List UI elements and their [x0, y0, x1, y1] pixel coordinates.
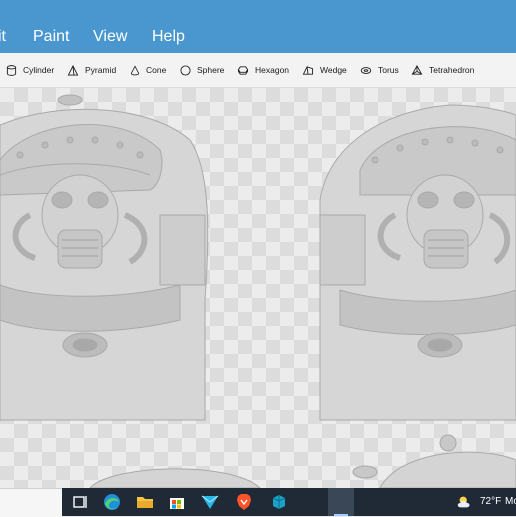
microsoft-store-icon[interactable]: [167, 492, 187, 512]
taskbar: [62, 488, 516, 516]
hexagon-icon: [237, 65, 249, 75]
cone-icon: [130, 64, 140, 75]
status-bar: [0, 488, 62, 517]
menu-help[interactable]: Help: [152, 28, 185, 46]
tool-wedge[interactable]: Wedge: [302, 53, 347, 87]
tool-tetrahedron-label: Tetrahedron: [429, 65, 475, 75]
tool-hexagon[interactable]: Hexagon: [237, 53, 289, 87]
menu-paint[interactable]: Paint: [33, 28, 69, 46]
active-app-highlight: [328, 488, 354, 516]
tool-tetrahedron[interactable]: Tetrahedron: [411, 53, 474, 87]
news-widget-text[interactable]: Mo: [505, 496, 516, 507]
weather-temperature[interactable]: 72°F: [480, 496, 501, 507]
tool-hexagon-label: Hexagon: [255, 65, 290, 75]
weather-icon[interactable]: [456, 494, 474, 510]
tool-cylinder-label: Cylinder: [23, 65, 55, 75]
sphere-icon: [180, 64, 191, 76]
3d-builder-app-icon[interactable]: [269, 492, 289, 512]
tool-sphere-label: Sphere: [197, 65, 225, 75]
tool-pyramid[interactable]: Pyramid: [67, 53, 116, 87]
cylinder-icon: [6, 64, 17, 76]
tool-cone-label: Cone: [146, 65, 167, 75]
shapes-toolbar: Cylinder Pyramid Cone Sphere Hexagon Wed…: [0, 53, 516, 88]
menu-view[interactable]: View: [93, 28, 127, 46]
tool-wedge-label: Wedge: [320, 65, 347, 75]
tool-torus[interactable]: Torus: [360, 53, 399, 87]
task-view-icon[interactable]: [70, 492, 90, 512]
pyramid-icon: [67, 64, 79, 76]
send-arrow-app-icon[interactable]: [200, 492, 220, 512]
wedge-icon: [302, 65, 314, 75]
tool-sphere[interactable]: Sphere: [180, 53, 224, 87]
torus-icon: [360, 66, 372, 74]
tool-cone[interactable]: Cone: [130, 53, 166, 87]
tetrahedron-icon: [411, 64, 423, 75]
tool-torus-label: Torus: [378, 65, 399, 75]
file-explorer-icon[interactable]: [135, 492, 155, 512]
model-head-right[interactable]: [0, 88, 516, 488]
menu-edit[interactable]: it: [0, 28, 6, 46]
edge-browser-icon[interactable]: [102, 492, 122, 512]
tool-pyramid-label: Pyramid: [85, 65, 117, 75]
menu-bar: it Paint View Help: [0, 0, 516, 53]
3d-canvas[interactable]: [0, 88, 516, 488]
tool-cylinder[interactable]: Cylinder: [6, 53, 54, 87]
brave-browser-icon[interactable]: [234, 492, 254, 512]
